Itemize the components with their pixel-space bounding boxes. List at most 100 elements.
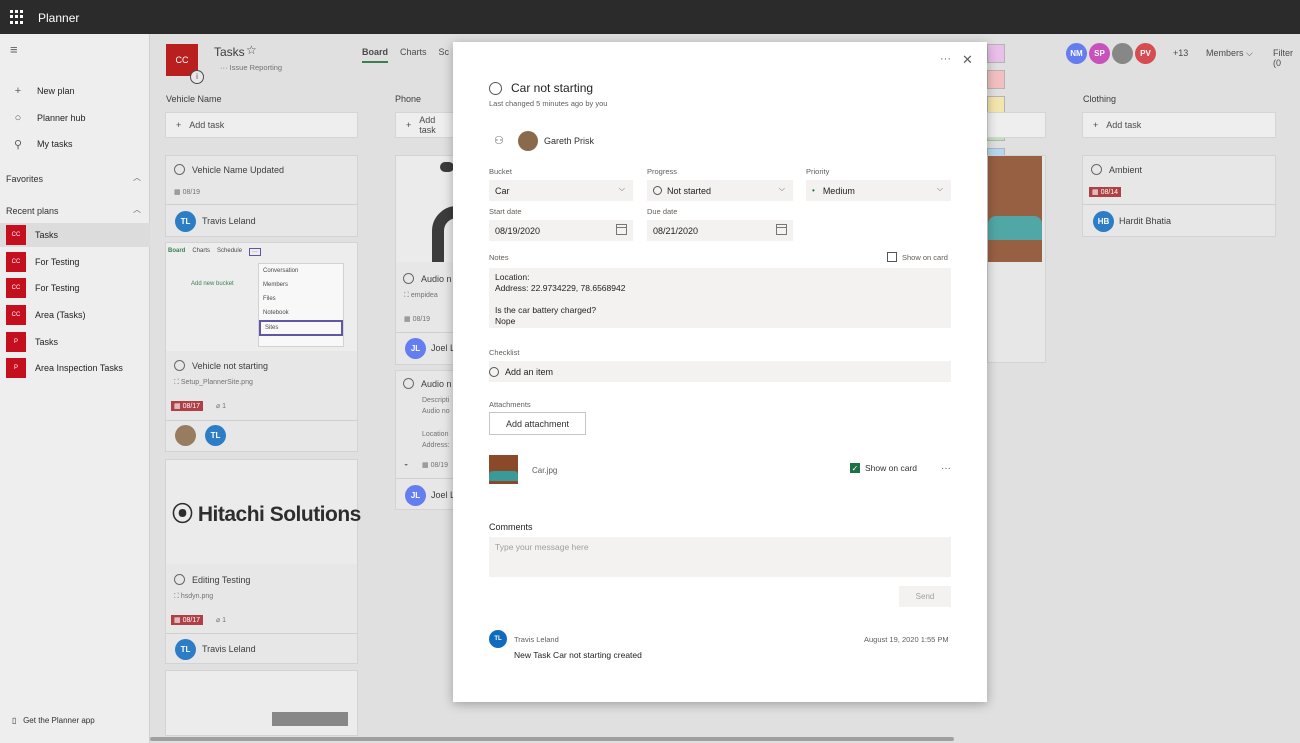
comment-text: New Task Car not starting created — [514, 650, 642, 660]
nav-new-plan[interactable]: + New plan — [0, 79, 150, 103]
checklist-label: Checklist — [489, 348, 520, 357]
show-on-card-label: Show on card — [902, 252, 948, 262]
comment-date: August 19, 2020 1:55 PM — [864, 635, 949, 644]
notes-line: Is the car battery charged? — [495, 305, 597, 315]
progress-label: Progress — [647, 167, 678, 176]
phone-icon: ▯ — [12, 716, 17, 725]
plan-name: Tasks — [35, 230, 59, 240]
assignee-name[interactable]: Gareth Prisk — [544, 136, 594, 146]
bucket-value: Car — [495, 185, 510, 196]
recent-plan-item[interactable]: CC For Testing — [0, 276, 150, 300]
app-launcher-icon[interactable] — [10, 10, 24, 24]
bucket-select[interactable]: Car ⌵ — [489, 180, 633, 201]
nav-label: Planner hub — [37, 113, 86, 123]
due-date-label: Due date — [647, 207, 678, 216]
chevron-down-icon: ⌵ — [618, 184, 625, 193]
checkmark-icon[interactable]: ✓ — [850, 463, 860, 473]
more-options-icon[interactable]: ··· — [941, 463, 951, 474]
checklist-circle-icon — [489, 366, 499, 377]
more-options-icon[interactable]: ··· — [940, 53, 951, 65]
get-app-label: Get the Planner app — [23, 716, 95, 725]
top-bar: Planner — [0, 0, 1300, 34]
recent-plan-item[interactable]: P Area Inspection Tasks — [0, 356, 150, 380]
horizontal-scrollbar[interactable] — [150, 737, 954, 741]
hub-circle-icon: ○ — [14, 112, 22, 124]
left-nav: ≡ + New plan ○ Planner hub ⚲ My tasks Favor… — [0, 34, 150, 743]
attachments-label: Attachments — [489, 400, 531, 409]
complete-circle-icon[interactable] — [489, 81, 502, 95]
start-date-value: 08/19/2020 — [495, 225, 541, 236]
notes-line: Nope — [495, 316, 516, 326]
comments-label: Comments — [489, 522, 533, 532]
not-started-icon — [653, 186, 662, 195]
priority-select[interactable]: • Medium ⌵ — [806, 180, 951, 201]
priority-value: Medium — [822, 185, 855, 196]
chevron-up-icon[interactable]: ︿ — [133, 204, 141, 215]
show-on-card-label: Show on card — [865, 463, 917, 473]
due-date-value: 08/21/2020 — [653, 225, 699, 236]
plan-name: Tasks — [35, 337, 59, 347]
person-icon: ⚲ — [13, 138, 23, 151]
notes-line: Address: 22.9734229, 78.6568942 — [495, 283, 626, 293]
progress-value: Not started — [667, 185, 712, 196]
bucket-label: Bucket — [489, 167, 512, 176]
start-date-label: Start date — [489, 207, 522, 216]
comment-input[interactable]: Type your message here — [489, 537, 951, 577]
plan-name: For Testing — [35, 283, 80, 293]
notes-line — [495, 294, 945, 305]
car-shape — [489, 471, 518, 481]
add-checklist-item[interactable]: Add an item — [489, 361, 951, 382]
checkbox[interactable] — [887, 252, 897, 262]
get-app-link[interactable]: ▯ Get the Planner app — [12, 716, 95, 725]
chevron-down-icon: ⌵ — [936, 184, 943, 193]
avatar: TL — [489, 630, 507, 648]
favorites-heading[interactable]: Favorites — [6, 174, 43, 184]
add-item-label: Add an item — [505, 366, 554, 377]
plan-name: Area (Tasks) — [35, 310, 86, 320]
avatar-photo[interactable] — [518, 131, 538, 151]
recent-plan-item[interactable]: CC Area (Tasks) — [0, 303, 150, 327]
recent-plans-heading[interactable]: Recent plans — [6, 206, 59, 216]
app-name[interactable]: Planner — [38, 11, 79, 25]
close-icon[interactable]: ✕ — [962, 52, 973, 68]
assign-person-icon[interactable]: ⚇ — [494, 134, 504, 147]
nav-my-tasks[interactable]: ⚲ My tasks — [0, 132, 150, 156]
plan-badge: P — [6, 332, 26, 352]
notes-line: Location: — [495, 272, 530, 282]
medium-priority-icon: • — [812, 186, 815, 195]
add-attachment-button[interactable]: Add attachment — [489, 412, 586, 435]
task-title-row: Car not starting — [489, 81, 593, 95]
chevron-down-icon: ⌵ — [778, 184, 785, 193]
recent-plan-item[interactable]: CC For Testing — [0, 250, 150, 274]
task-title[interactable]: Car not starting — [511, 81, 593, 95]
priority-label: Priority — [806, 167, 830, 176]
nav-label: My tasks — [37, 139, 73, 149]
chevron-up-icon[interactable]: ︿ — [133, 172, 141, 183]
plus-icon: + — [14, 85, 22, 97]
hamburger-icon[interactable]: ≡ — [10, 42, 18, 57]
notes-label: Notes — [489, 253, 509, 262]
nav-label: New plan — [37, 86, 75, 96]
attachment-show-on-card[interactable]: ✓ Show on card — [850, 463, 917, 473]
attachment-thumbnail[interactable] — [489, 455, 518, 484]
plan-badge: P — [6, 358, 26, 378]
notes-show-on-card[interactable]: Show on card — [887, 252, 948, 262]
recent-plan-item[interactable]: P Tasks — [0, 330, 150, 354]
plan-badge: CC — [6, 305, 26, 325]
attachment-name[interactable]: Car.jpg — [532, 466, 557, 475]
plan-name: Area Inspection Tasks — [35, 363, 123, 373]
calendar-icon[interactable] — [616, 224, 627, 235]
send-button[interactable]: Send — [899, 586, 951, 607]
progress-select[interactable]: Not started ⌵ — [647, 180, 793, 201]
nav-planner-hub[interactable]: ○ Planner hub — [0, 106, 150, 130]
recent-plan-item[interactable]: CC Tasks — [0, 223, 150, 247]
due-date-field[interactable]: 08/21/2020 — [647, 220, 793, 241]
calendar-icon[interactable] — [776, 224, 787, 235]
plan-badge: CC — [6, 225, 26, 245]
start-date-field[interactable]: 08/19/2020 — [489, 220, 633, 241]
notes-textarea[interactable]: Location: Address: 22.9734229, 78.656894… — [489, 268, 951, 328]
comment-author: Travis Leland — [514, 635, 559, 644]
last-changed-text: Last changed 5 minutes ago by you — [489, 99, 608, 108]
plan-badge: CC — [6, 278, 26, 298]
plan-name: For Testing — [35, 257, 80, 267]
